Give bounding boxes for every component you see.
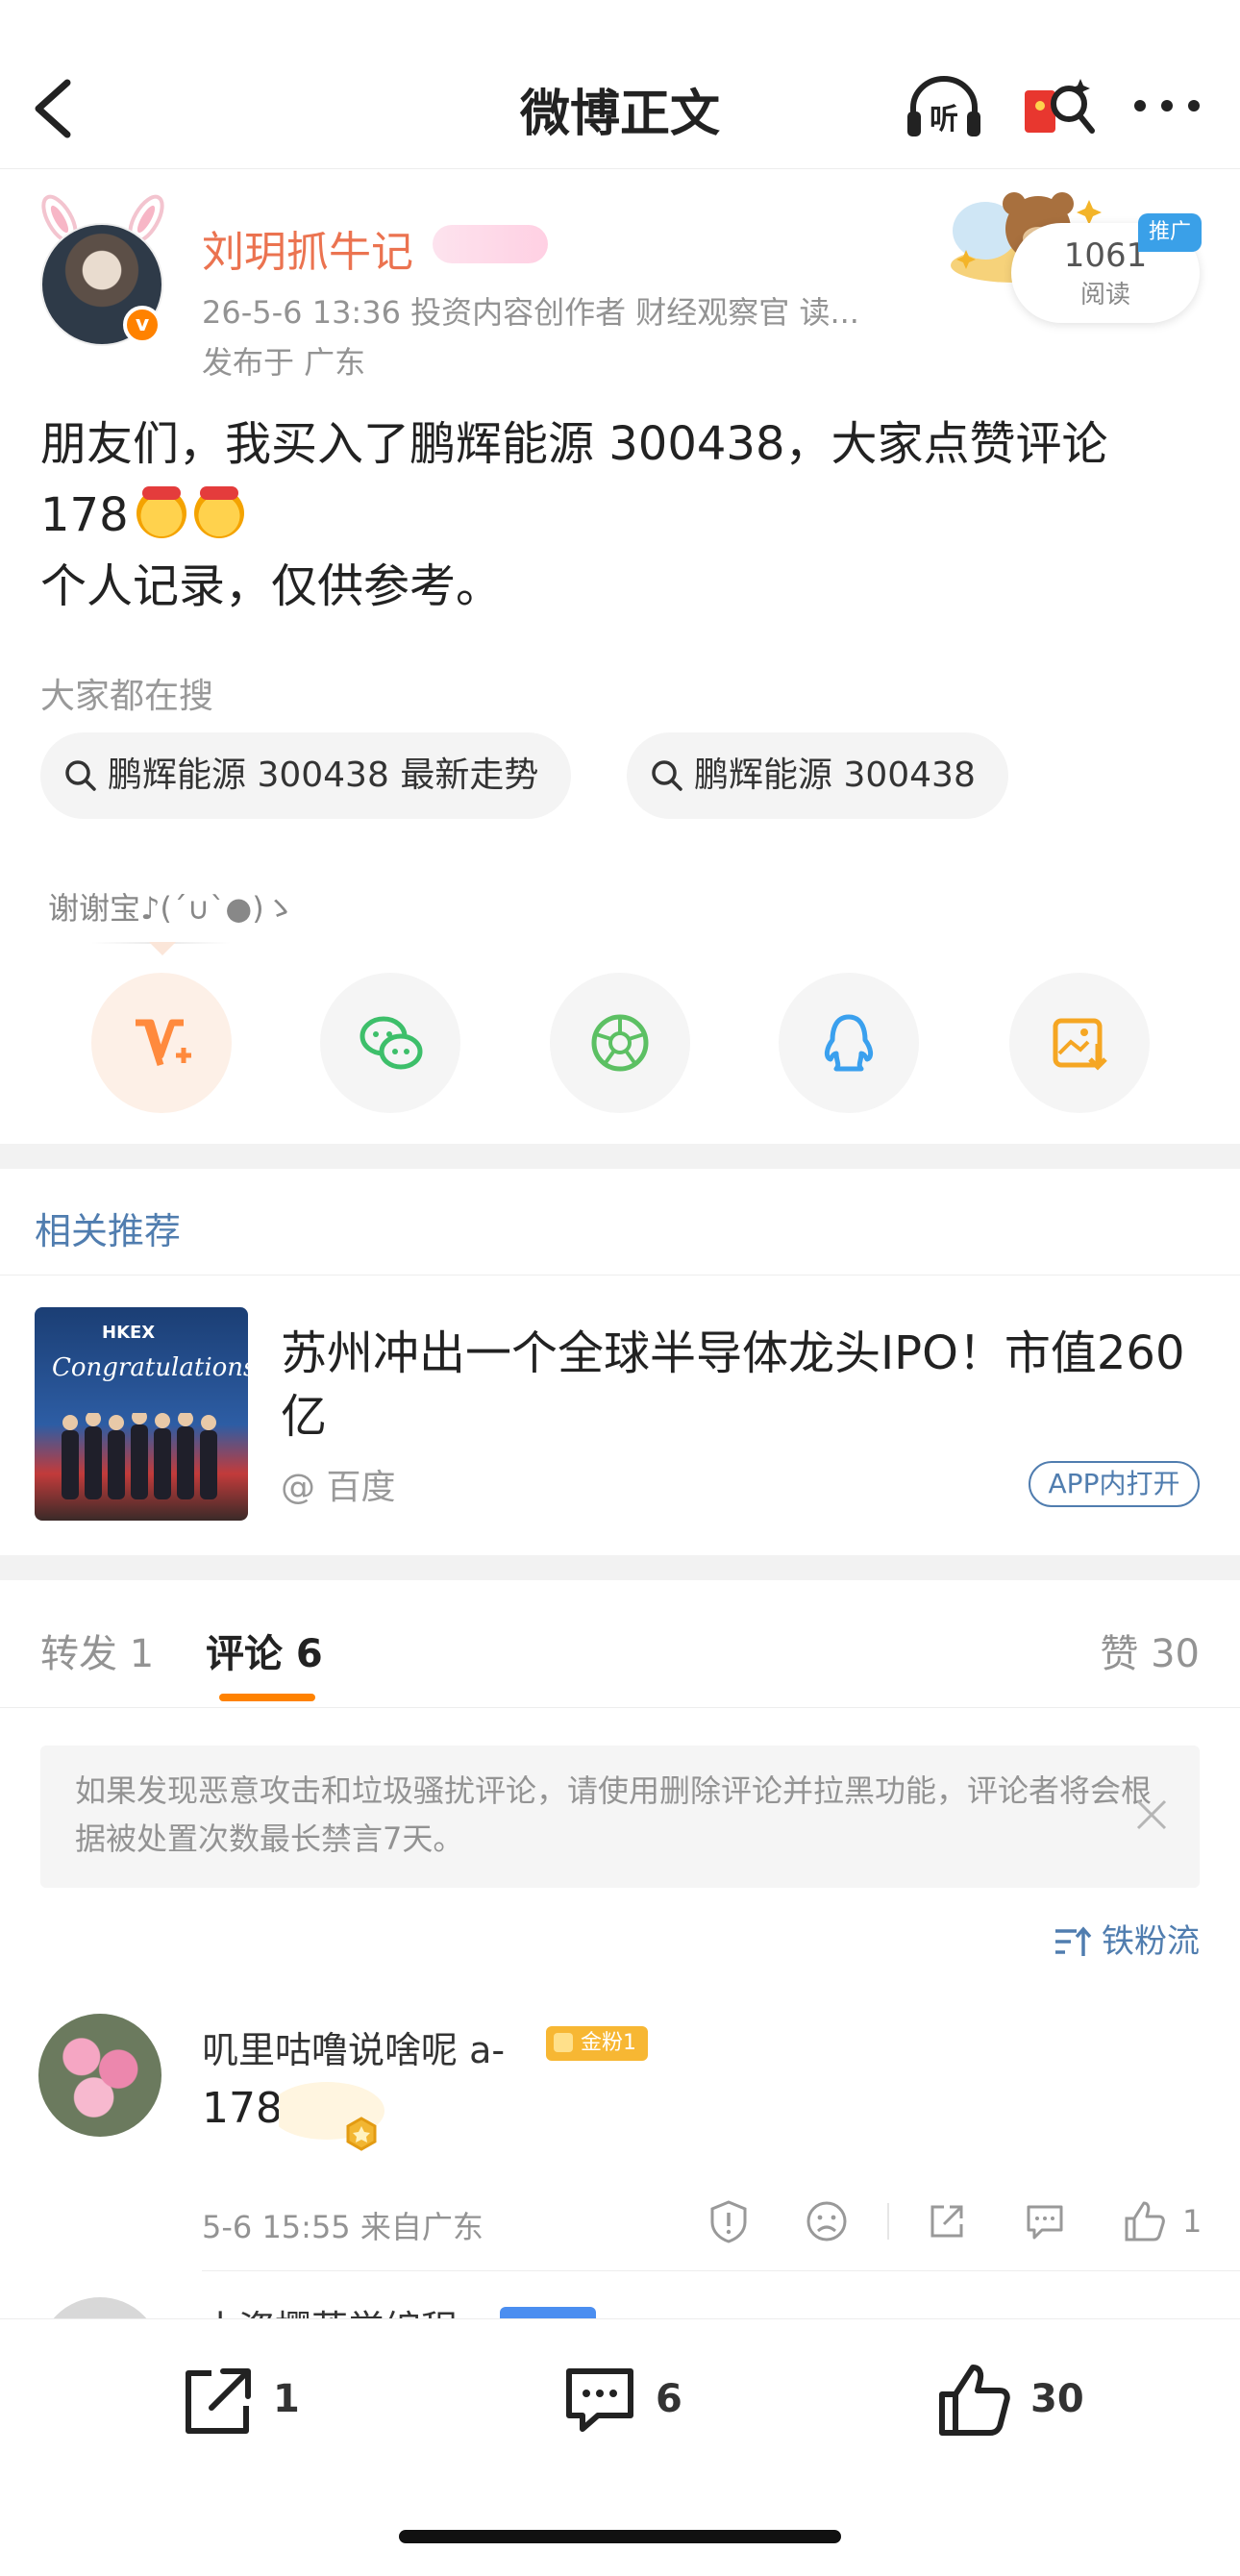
top-nav-bar: 微博正文 听	[0, 0, 1240, 169]
share-comment-icon[interactable]	[923, 2197, 971, 2245]
tab-comments[interactable]: 评论 6	[206, 1622, 323, 1678]
section-divider	[0, 1144, 1240, 1169]
author-name[interactable]: 刘玥抓牛记	[202, 217, 413, 279]
share-qq-button[interactable]	[779, 973, 919, 1113]
related-article-image[interactable]: HKEX Congratulations!	[35, 1307, 248, 1521]
sort-selector[interactable]: 铁粉流	[1054, 1915, 1200, 1962]
notice-text: 如果发现恶意攻击和垃圾骚扰评论，请使用删除评论并拉黑功能，评论者将会根据被处置次…	[75, 1772, 1153, 1857]
fan-badge: 金粉1	[546, 2026, 648, 2061]
open-in-app-button[interactable]: APP内打开	[1029, 1461, 1200, 1507]
people-figures-illustration	[62, 1413, 217, 1499]
image-hkex-text: HKEX	[102, 1323, 156, 1343]
post-line-1: 朋友们，我买入了鹏辉能源 300438，大家点赞评论	[40, 417, 1108, 471]
share-weibo-button[interactable]	[91, 973, 232, 1113]
comment-text: 178	[202, 2084, 283, 2133]
v-plus-icon	[136, 1019, 191, 1067]
post-line-3: 个人记录，仅供参考。	[40, 559, 503, 613]
home-indicator[interactable]	[399, 2530, 841, 2543]
like-count: 30	[1030, 2377, 1084, 2421]
gold-medal-sticker-icon	[279, 2082, 384, 2151]
related-recommendations-title: 相关推荐	[35, 1210, 182, 1252]
share-moments-button[interactable]	[550, 973, 690, 1113]
search-chip[interactable]: 鹏辉能源 300438 最新走势	[40, 732, 572, 819]
related-article-source: @ 百度	[281, 1468, 396, 1507]
author-avatar[interactable]: v	[31, 192, 175, 356]
ad-tag: 推广	[1138, 213, 1202, 252]
repost-count: 1	[273, 2377, 300, 2421]
thumbs-up-icon	[939, 2365, 1010, 2436]
sort-label: 铁粉流	[1102, 1922, 1200, 1961]
member-badge-icon	[433, 225, 548, 263]
image-script-text: Congratulations!	[52, 1353, 248, 1382]
divider	[202, 2270, 1240, 2271]
celebration-emoji-icon	[136, 486, 186, 538]
moments-aperture-icon	[591, 1014, 649, 1072]
tab-likes[interactable]: 赞 30	[1100, 1622, 1200, 1678]
qq-penguin-icon	[824, 1014, 874, 1072]
trending-search-title: 大家都在搜	[40, 677, 214, 716]
active-tab-indicator	[219, 1694, 315, 1701]
thanks-tooltip: 谢谢宝♪(´∪`●)ゝ	[48, 890, 295, 927]
commenter-name[interactable]: 叽里咕噜说啥呢 a-	[202, 2020, 505, 2073]
reply-icon[interactable]	[1021, 2197, 1069, 2245]
save-image-button[interactable]	[1009, 973, 1150, 1113]
post-location: 发布于 广东	[202, 344, 366, 381]
like-comment-icon[interactable]	[1121, 2197, 1169, 2245]
search-chip[interactable]: 鹏辉能源 300438	[627, 732, 1008, 819]
post-number: 178	[40, 488, 129, 542]
wechat-icon	[360, 1016, 423, 1070]
headphones-listen-icon[interactable]: 听	[904, 73, 984, 140]
search-icon	[652, 760, 682, 791]
red-packet-search-icon[interactable]	[1019, 73, 1100, 140]
comment-icon	[566, 2368, 633, 2432]
listen-label: 听	[930, 103, 958, 136]
celebration-emoji-icon	[193, 486, 244, 538]
comment-like-count: 1	[1182, 2203, 1203, 2240]
post-content: 朋友们，我买入了鹏辉能源 300438，大家点赞评论 178 个人记录，仅供参考…	[40, 409, 1203, 622]
comment-timestamp: 5-6 15:55 来自广东	[202, 2209, 484, 2245]
share-wechat-button[interactable]	[320, 973, 460, 1113]
divider	[0, 1707, 1240, 1708]
repost-icon	[186, 2368, 251, 2434]
author-section: v 刘玥抓牛记 26-5-6 13:36 投资内容创作者 财经观察官 读... …	[0, 183, 1240, 394]
dislike-face-icon[interactable]	[803, 2197, 851, 2245]
tooltip-caret	[149, 942, 176, 955]
section-divider	[0, 1555, 1240, 1580]
divider	[0, 1275, 1240, 1276]
comment-count: 6	[656, 2377, 682, 2421]
verified-badge-icon: v	[123, 306, 161, 344]
sort-icon	[1055, 1926, 1092, 1956]
read-label: 阅读	[1079, 281, 1130, 310]
save-picture-icon	[1053, 1018, 1107, 1071]
search-icon	[65, 760, 96, 791]
search-chip-label: 鹏辉能源 300438 最新走势	[108, 755, 539, 795]
related-article-headline[interactable]: 苏州冲出一个全球半导体龙头IPO！市值260亿	[281, 1322, 1203, 1449]
report-icon[interactable]	[705, 2197, 753, 2245]
tab-reposts[interactable]: 转发 1	[40, 1622, 154, 1678]
more-options-icon[interactable]	[1127, 73, 1207, 140]
post-line-2: 178	[40, 480, 1203, 551]
close-icon[interactable]	[1132, 1796, 1171, 1834]
search-chip-label: 鹏辉能源 300438	[694, 755, 976, 795]
commenter-avatar[interactable]	[38, 2014, 161, 2137]
post-meta: 26-5-6 13:36 投资内容创作者 财经观察官 读...	[202, 294, 859, 331]
divider	[887, 2203, 889, 2240]
comment-policy-notice: 如果发现恶意攻击和垃圾骚扰评论，请使用删除评论并拉黑功能，评论者将会根据被处置次…	[40, 1746, 1200, 1888]
